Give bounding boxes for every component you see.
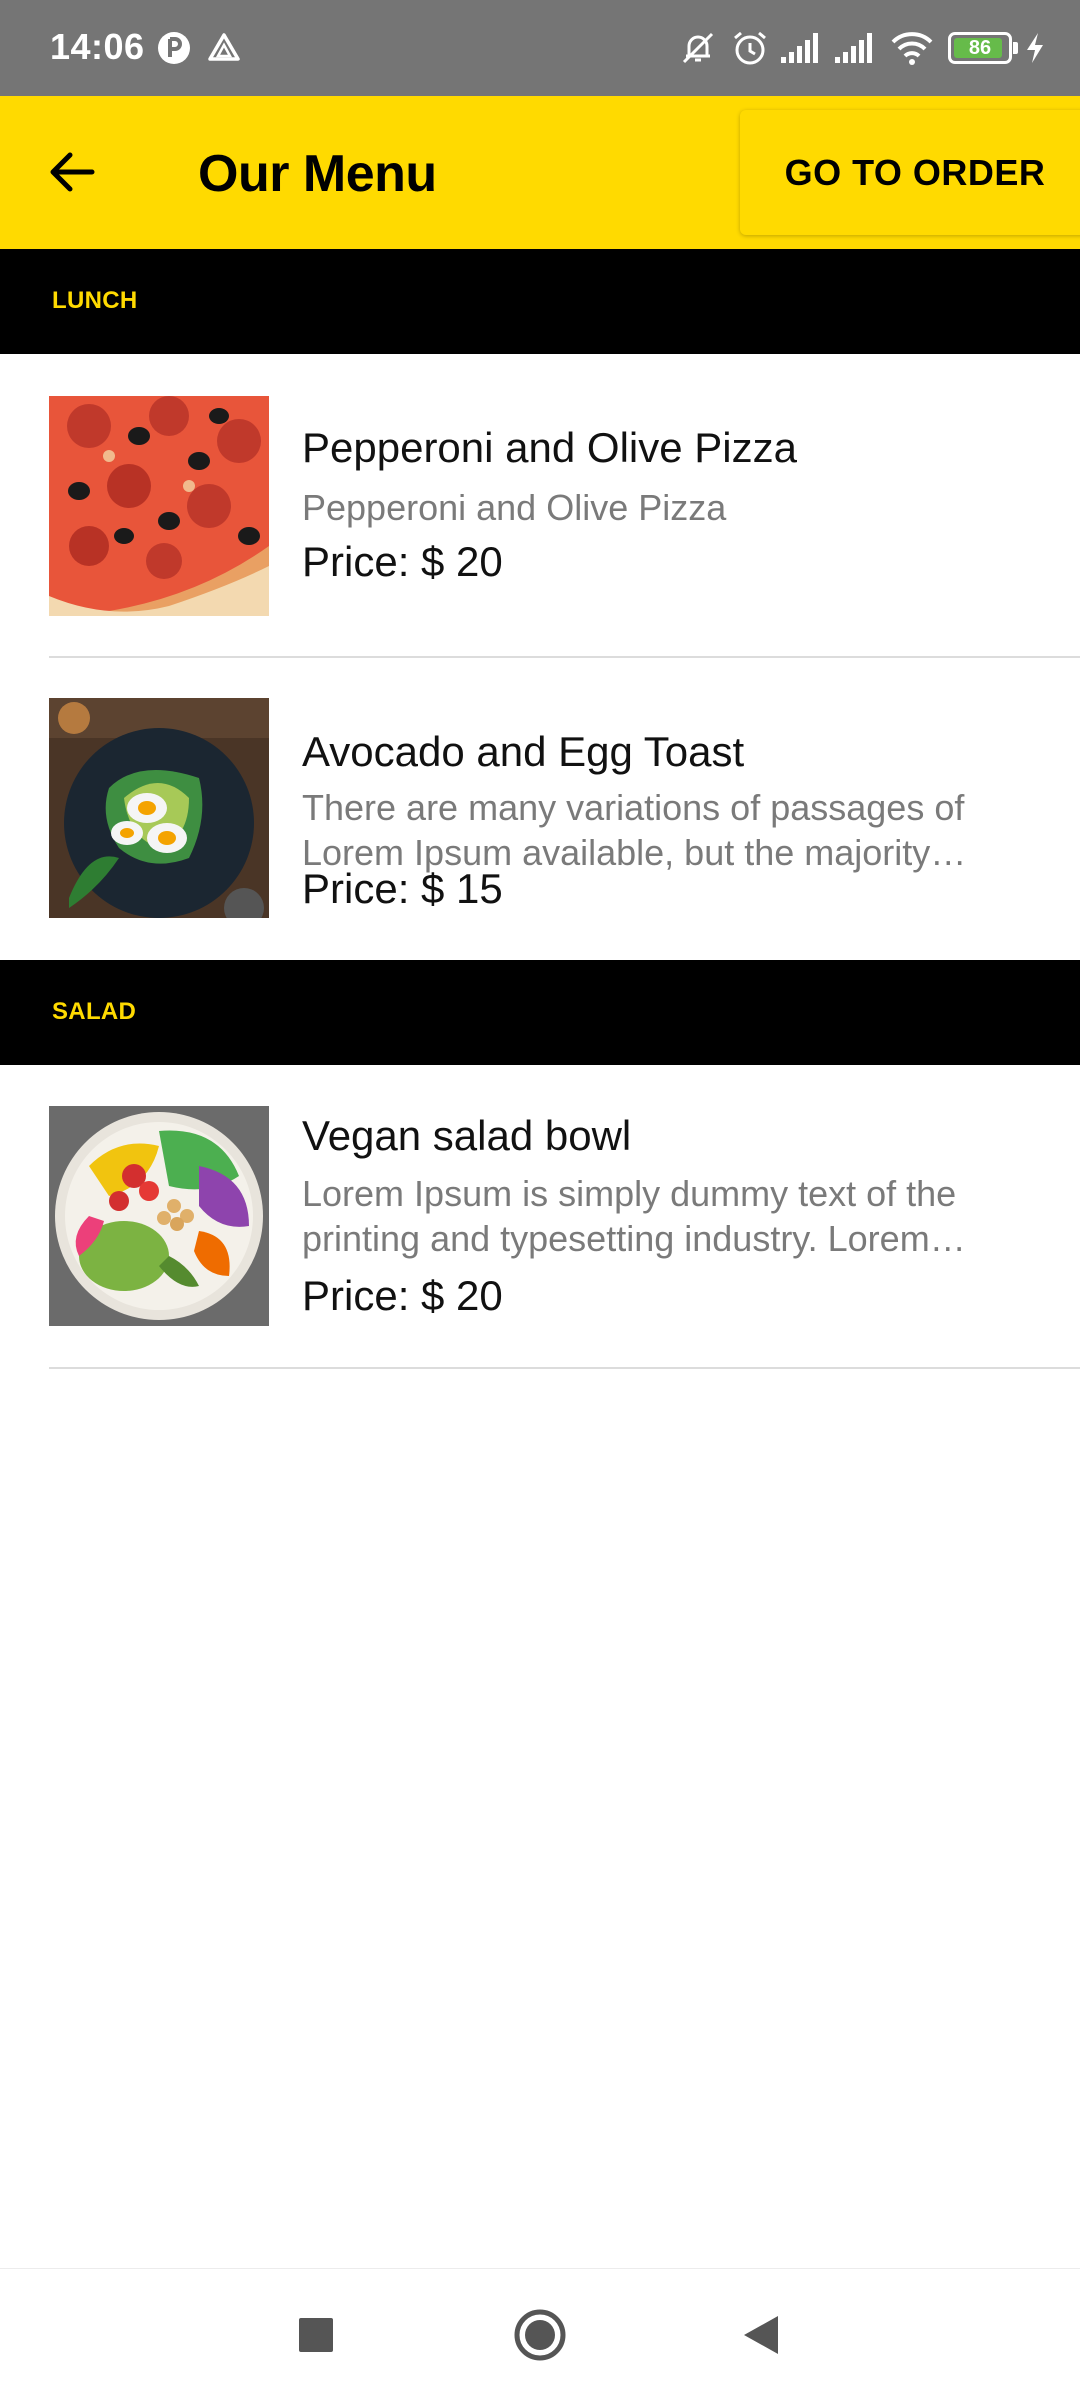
- menu-item-pepperoni-pizza[interactable]: Pepperoni and Olive Pizza Pepperoni and …: [0, 354, 1080, 658]
- alarm-icon: [728, 28, 772, 68]
- app-bar: Our Menu GO TO ORDER: [0, 96, 1080, 249]
- section-label: LUNCH: [52, 287, 138, 314]
- section-label: SALAD: [52, 998, 137, 1025]
- circle-home-icon: [514, 2309, 566, 2361]
- app-notification-icon: [154, 28, 194, 68]
- back-nav-button[interactable]: [725, 2299, 797, 2371]
- bell-off-icon: [676, 28, 720, 68]
- drive-icon: [204, 28, 244, 68]
- go-to-order-button[interactable]: GO TO ORDER: [740, 110, 1080, 235]
- recents-button[interactable]: [280, 2299, 352, 2371]
- square-recents-icon: [299, 2318, 333, 2352]
- section-header-salad: SALAD: [0, 960, 1080, 1065]
- home-button[interactable]: [504, 2299, 576, 2371]
- signal-icon: [778, 28, 824, 68]
- battery-level: 86: [968, 37, 992, 59]
- page-title: Our Menu: [198, 145, 437, 203]
- item-description: Pepperoni and Olive Pizza: [302, 487, 727, 528]
- pizza-photo: [49, 396, 269, 616]
- item-description: Lorem Ipsum is simply dummy text of the …: [302, 1173, 957, 1259]
- item-name: Vegan salad bowl: [302, 1112, 632, 1159]
- system-nav-bar: [0, 2268, 1080, 2400]
- triangle-back-icon: [744, 2316, 778, 2354]
- menu-item-vegan-salad-bowl[interactable]: Vegan salad bowl Lorem Ipsum is simply d…: [0, 1065, 1080, 1367]
- arrow-left-icon: [50, 152, 95, 192]
- menu-item-avocado-toast[interactable]: Avocado and Egg Toast There are many var…: [0, 658, 1080, 960]
- status-time: 14:06: [50, 26, 145, 67]
- wifi-icon: [888, 28, 936, 68]
- item-name: Avocado and Egg Toast: [302, 728, 745, 775]
- item-description: There are many variations of passages of…: [302, 787, 965, 873]
- avocado-toast-photo: [49, 698, 269, 918]
- item-price: Price: $ 15: [302, 865, 503, 912]
- battery-icon: 86: [948, 32, 1012, 64]
- divider: [49, 1367, 1080, 1369]
- section-header-lunch: LUNCH: [0, 249, 1080, 354]
- signal-icon: [832, 28, 878, 68]
- salad-bowl-photo: [49, 1106, 269, 1326]
- item-price: Price: $ 20: [302, 1272, 503, 1319]
- status-bar: 14:06 86: [0, 0, 1080, 96]
- battery-tip: [1013, 42, 1018, 54]
- item-price: Price: $ 20: [302, 538, 503, 585]
- back-button[interactable]: [36, 136, 108, 208]
- charging-icon: [1022, 28, 1048, 68]
- item-name: Pepperoni and Olive Pizza: [302, 424, 797, 471]
